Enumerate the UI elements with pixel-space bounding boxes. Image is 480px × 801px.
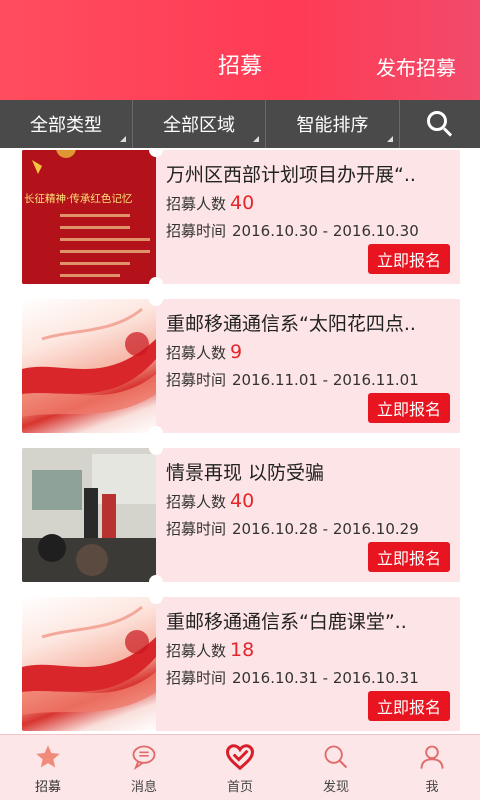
chat-bubble-icon	[129, 742, 159, 772]
recruit-list[interactable]: 长征精神·传承红色记忆 万州区西部计划项目办开展“.. 招募人数 40 招募时间 2…	[0, 148, 480, 734]
recruit-time-row: 招募时间 2016.10.30 - 2016.10.30	[166, 220, 419, 241]
recruit-count-label: 招募人数	[166, 195, 227, 213]
tab-messages[interactable]: 消息	[96, 735, 192, 801]
recruit-count-label: 招募人数	[166, 344, 227, 362]
dropdown-corner-icon	[387, 136, 393, 142]
recruit-dates: 2016.10.31 - 2016.10.31	[232, 669, 419, 687]
star-icon	[33, 742, 63, 772]
signup-button[interactable]: 立即报名	[368, 393, 450, 423]
recruit-time-row: 招募时间 2016.10.28 - 2016.10.29	[166, 518, 419, 539]
publish-recruit-button[interactable]: 发布招募	[376, 52, 456, 81]
recruit-time-row: 招募时间 2016.11.01 - 2016.11.01	[166, 369, 419, 390]
tab-home[interactable]: 首页	[192, 735, 288, 801]
recruit-count: 40	[230, 490, 255, 512]
recruit-time-label: 招募时间	[166, 520, 227, 538]
heart-icon	[225, 742, 255, 772]
recruit-dates: 2016.10.30 - 2016.10.30	[232, 222, 419, 240]
search-icon	[427, 111, 453, 137]
tab-label: 招募	[34, 779, 61, 795]
dropdown-corner-icon	[253, 136, 259, 142]
filter-region-label: 全部区域	[163, 115, 235, 136]
filter-sort-label: 智能排序	[296, 115, 369, 136]
recruit-count-label: 招募人数	[166, 493, 227, 511]
bottom-tab-bar: 招募 消息 首页 发现 我	[0, 734, 480, 800]
signup-button[interactable]: 立即报名	[368, 542, 450, 572]
card-title: 情景再现 以防受骗	[166, 462, 325, 484]
card-thumbnail	[22, 299, 156, 433]
tab-discover[interactable]: 发现	[288, 735, 384, 801]
tab-me[interactable]: 我	[384, 735, 480, 801]
tab-label: 发现	[322, 779, 349, 795]
filter-type-dropdown[interactable]: 全部类型	[0, 100, 133, 148]
recruit-count: 9	[230, 341, 243, 363]
filter-sort-dropdown[interactable]: 智能排序	[266, 100, 400, 148]
signup-button[interactable]: 立即报名	[368, 691, 450, 721]
search-icon	[321, 742, 351, 772]
recruit-count-label: 招募人数	[166, 642, 227, 660]
recruit-dates: 2016.11.01 - 2016.11.01	[232, 371, 419, 389]
card-title: 万州区西部计划项目办开展“..	[166, 164, 416, 186]
recruit-card[interactable]: 长征精神·传承红色记忆 万州区西部计划项目办开展“.. 招募人数 40 招募时间 2…	[22, 150, 460, 284]
recruit-card[interactable]: 重邮移通通信系“白鹿课堂”.. 招募人数 18 招募时间 2016.10.31 - …	[22, 597, 460, 731]
card-title: 重邮移通通信系“白鹿课堂”..	[166, 611, 407, 633]
recruit-dates: 2016.10.28 - 2016.10.29	[232, 520, 419, 538]
recruit-count: 18	[230, 639, 255, 661]
card-title: 重邮移通通信系“太阳花四点..	[166, 313, 416, 335]
signup-button[interactable]: 立即报名	[368, 244, 450, 274]
card-thumbnail	[22, 597, 156, 731]
tab-label: 首页	[226, 779, 253, 795]
recruit-card[interactable]: 重邮移通通信系“太阳花四点.. 招募人数 9 招募时间 2016.11.01 - 2…	[22, 299, 460, 433]
person-icon	[417, 742, 447, 772]
filter-region-dropdown[interactable]: 全部区域	[133, 100, 266, 148]
recruit-time-row: 招募时间 2016.10.31 - 2016.10.31	[166, 667, 419, 688]
recruit-time-label: 招募时间	[166, 371, 227, 389]
header-bar: 招募 发布招募	[0, 0, 480, 100]
recruit-count-row: 招募人数 40	[166, 490, 254, 512]
recruit-count-row: 招募人数 40	[166, 192, 254, 214]
card-thumbnail: 长征精神·传承红色记忆	[22, 150, 156, 284]
tab-recruit[interactable]: 招募	[0, 735, 96, 801]
search-button[interactable]	[400, 100, 480, 148]
recruit-count-row: 招募人数 18	[166, 639, 254, 661]
dropdown-corner-icon	[120, 136, 126, 142]
recruit-time-label: 招募时间	[166, 669, 227, 687]
recruit-count: 40	[230, 192, 255, 214]
recruit-time-label: 招募时间	[166, 222, 227, 240]
poster-slogan: 长征精神·传承红色记忆	[24, 192, 132, 205]
card-thumbnail	[22, 448, 156, 582]
recruit-count-row: 招募人数 9	[166, 341, 242, 363]
filter-bar: 全部类型 全部区域 智能排序	[0, 100, 480, 148]
filter-type-label: 全部类型	[30, 115, 102, 136]
tab-label: 消息	[130, 779, 157, 795]
recruit-card[interactable]: 情景再现 以防受骗 招募人数 40 招募时间 2016.10.28 - 2016.1…	[22, 448, 460, 582]
tab-label: 我	[425, 779, 439, 795]
